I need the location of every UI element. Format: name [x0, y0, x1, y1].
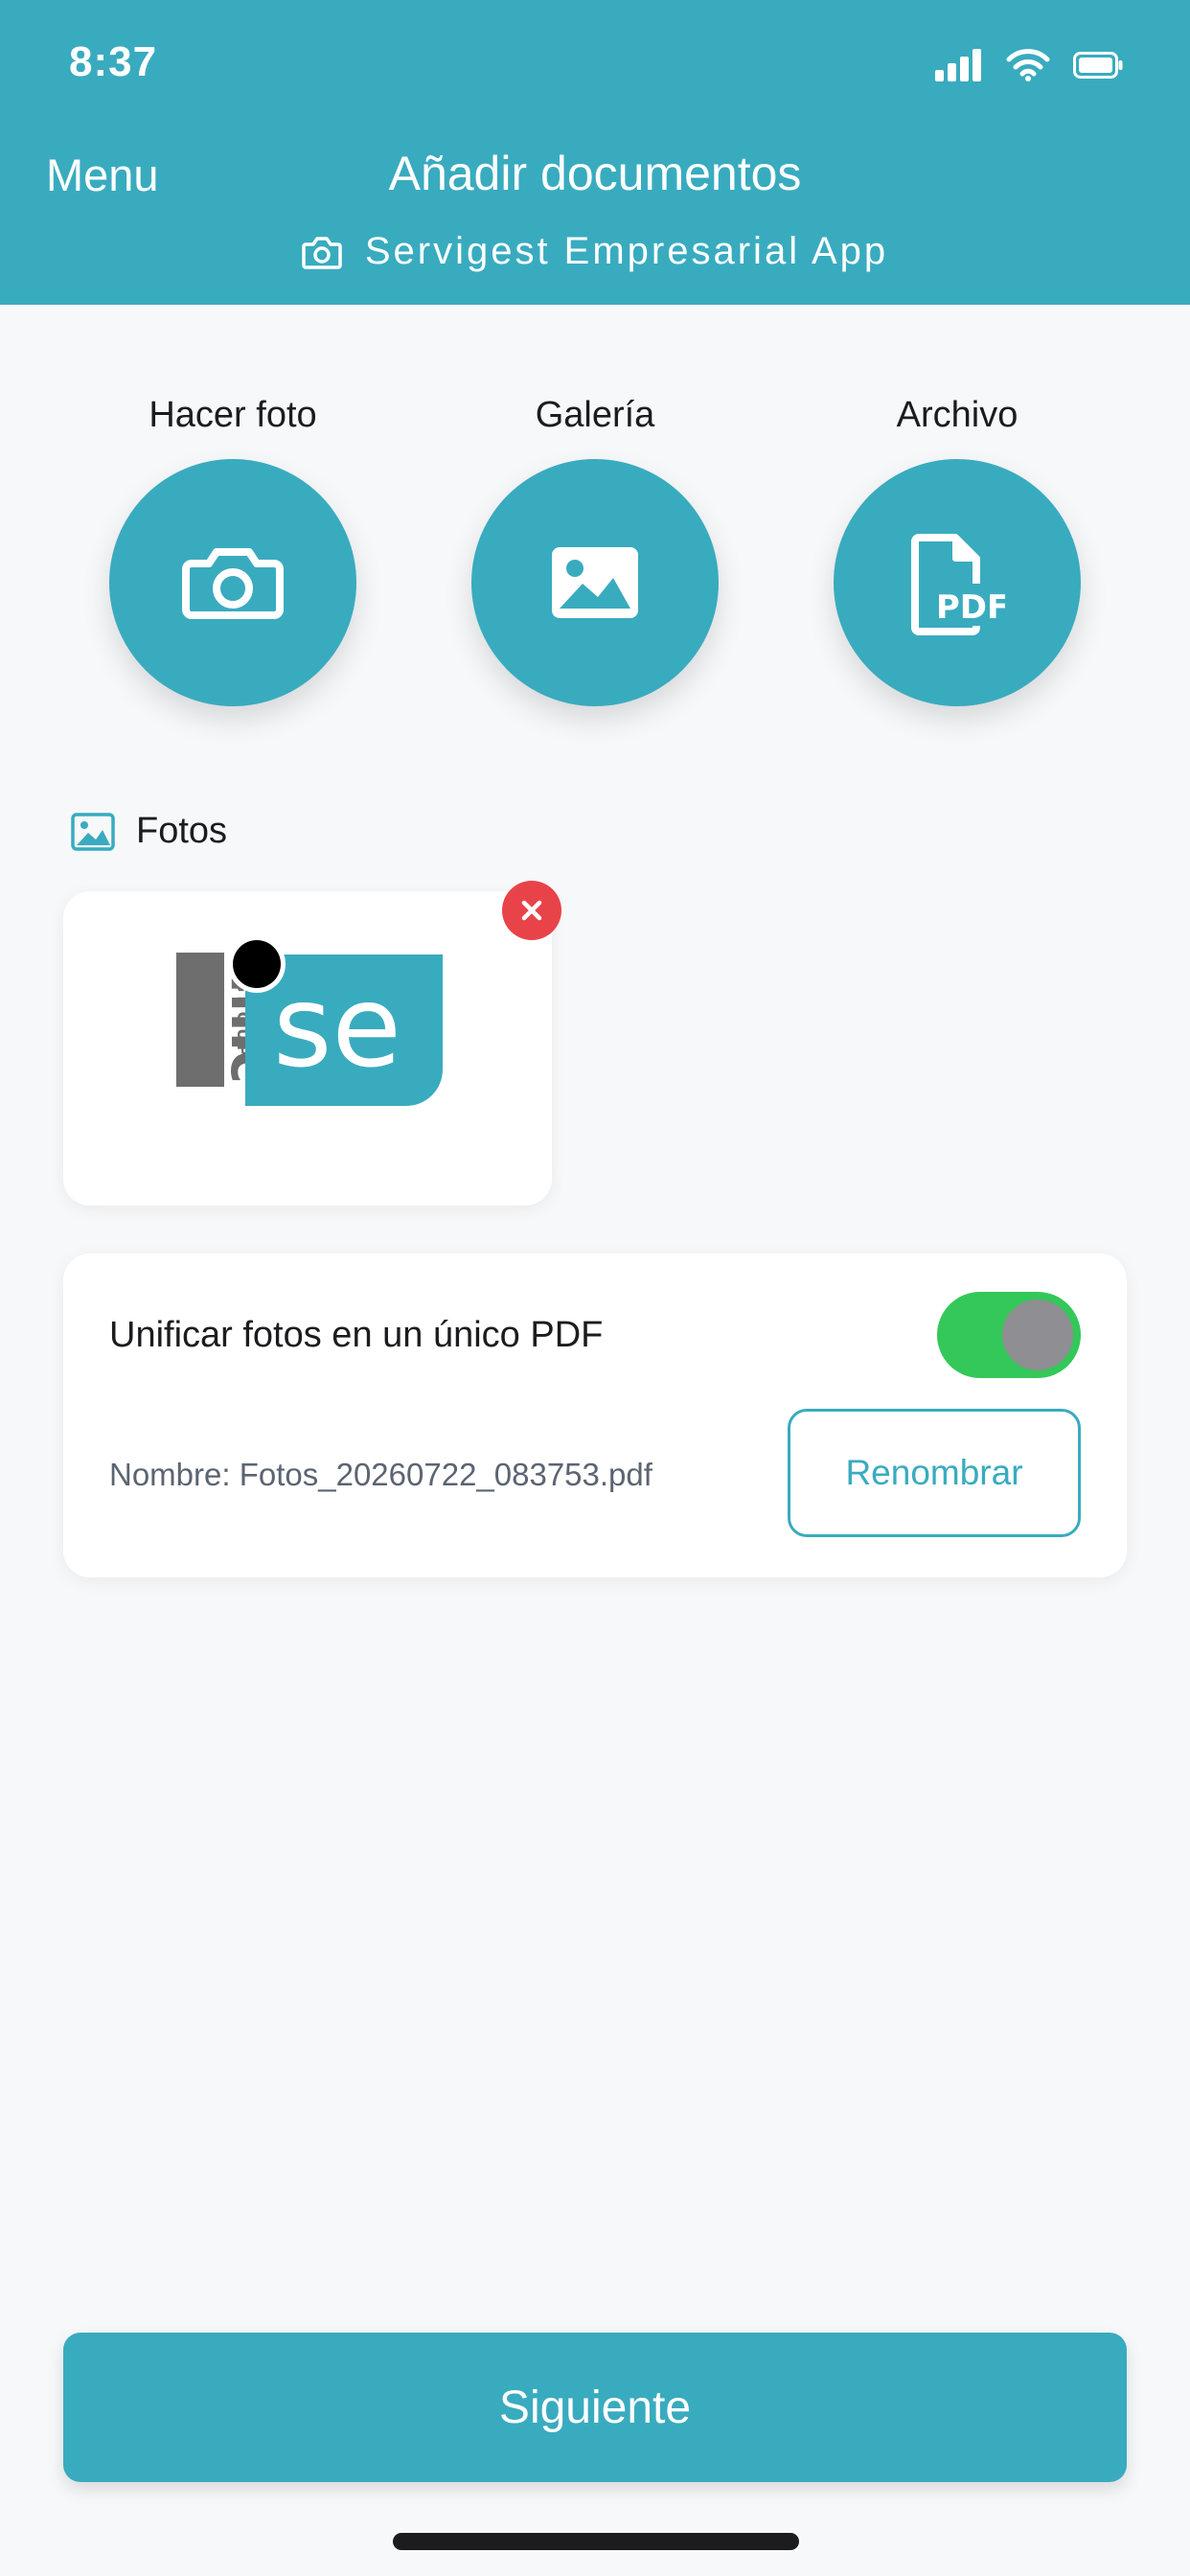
camera-icon: [182, 548, 284, 619]
amc-se-logo: amc GROUP se: [176, 935, 443, 1106]
pdf-icon-text: PDF: [936, 588, 1005, 627]
camera-icon: [302, 236, 342, 269]
status-icons: [935, 46, 1123, 84]
cellular-signal-icon: [935, 49, 981, 81]
unify-pdf-toggle[interactable]: [937, 1292, 1081, 1378]
photos-section-title: Fotos: [71, 811, 227, 852]
logo-se-text: se: [273, 960, 401, 1092]
file-label: Archivo: [896, 395, 1018, 435]
home-indicator: [393, 2533, 799, 2550]
battery-icon: [1073, 52, 1123, 79]
page-title: Añadir documentos: [388, 147, 802, 200]
remove-photo-button[interactable]: [502, 881, 561, 940]
toggle-knob: [1002, 1300, 1073, 1370]
image-icon: [552, 547, 638, 618]
photo-thumbnail[interactable]: amc GROUP se: [63, 891, 552, 1206]
photos-section-label: Fotos: [136, 811, 228, 851]
wifi-icon: [1006, 49, 1050, 81]
image-outline-icon: [71, 812, 115, 851]
screen: 8:37 Menu Añadir documentos Servigest Em…: [0, 0, 1190, 2576]
app-subtitle-text: Servigest Empresarial App: [364, 230, 889, 272]
take-photo-label: Hacer foto: [149, 395, 317, 435]
app-subtitle: Servigest Empresarial App: [0, 230, 1190, 273]
take-photo-action[interactable]: Hacer foto: [107, 388, 358, 706]
pdf-filename: Nombre: Fotos_20260722_083753.pdf: [109, 1457, 652, 1492]
gallery-label: Galería: [535, 395, 655, 435]
gallery-button[interactable]: [471, 459, 719, 706]
unify-pdf-label: Unificar fotos en un único PDF: [109, 1315, 604, 1355]
gallery-action[interactable]: Galería: [469, 388, 721, 706]
status-time: 8:37: [69, 38, 158, 85]
next-button[interactable]: Siguiente: [63, 2333, 1127, 2482]
unify-pdf-card: Unificar fotos en un único PDF Nombre: F…: [63, 1254, 1127, 1577]
rename-button[interactable]: Renombrar: [788, 1409, 1081, 1537]
pdf-file-icon: PDF: [911, 534, 1005, 635]
file-button[interactable]: PDF: [834, 459, 1081, 706]
close-icon: [521, 900, 542, 921]
header: 8:37 Menu Añadir documentos Servigest Em…: [0, 0, 1190, 305]
file-action[interactable]: Archivo PDF: [832, 388, 1083, 706]
take-photo-button[interactable]: [109, 459, 356, 706]
